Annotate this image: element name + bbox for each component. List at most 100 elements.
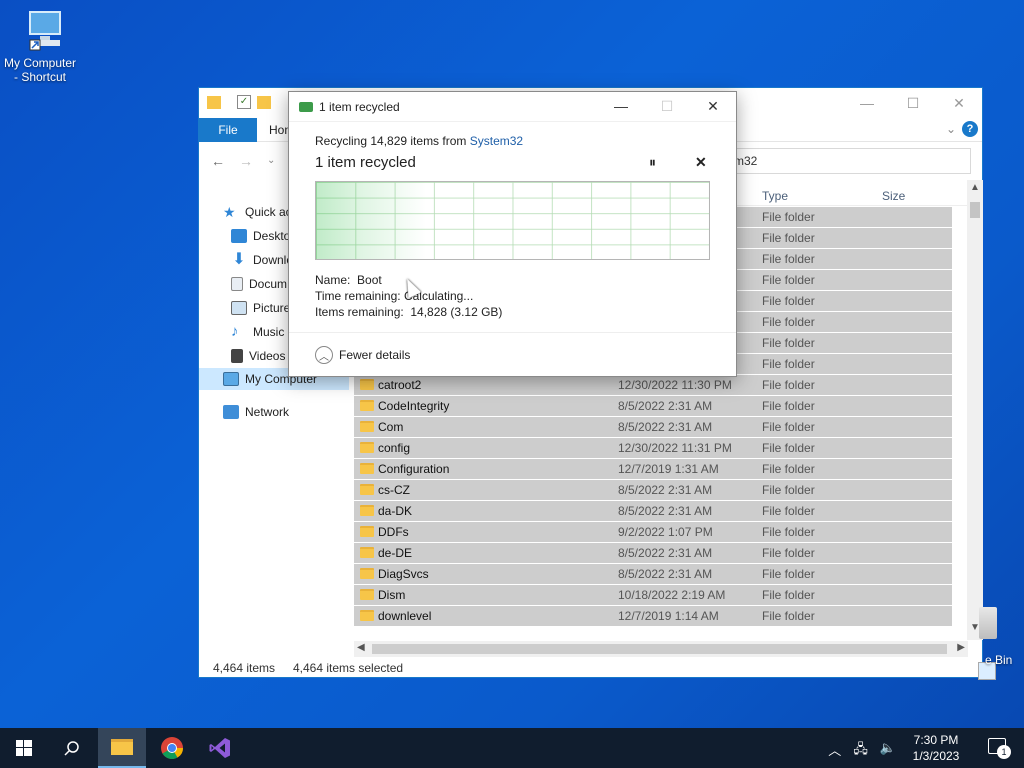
- video-icon: [231, 349, 243, 363]
- explorer-window-controls: — ☐ ✕: [844, 88, 982, 118]
- file-tab[interactable]: File: [199, 118, 257, 142]
- table-row[interactable]: config 12/30/2022 11:31 PM File folder: [354, 438, 952, 458]
- action-center-icon[interactable]: 1: [988, 738, 1011, 759]
- dialog-maximize-button: ☐: [660, 97, 674, 114]
- sidebar-item-pictures[interactable]: Picture: [231, 298, 290, 318]
- table-row[interactable]: Com 8/5/2022 2:31 AM File folder: [354, 417, 952, 437]
- forward-arrow-icon[interactable]: →: [239, 153, 253, 169]
- dialog-minimize-button[interactable]: —: [598, 92, 644, 120]
- table-row[interactable]: CodeIntegrity 8/5/2022 2:31 AM File folder: [354, 396, 952, 416]
- desktop-icon-label-line2: - Shortcut: [13, 70, 67, 84]
- network-status-icon[interactable]: 🖧: [853, 740, 868, 762]
- start-button[interactable]: [0, 728, 48, 768]
- table-row[interactable]: catroot2 12/30/2022 11:30 PM File folder: [354, 375, 952, 395]
- dialog-window-controls: — ☐ ✕: [598, 92, 736, 120]
- row-name: CodeIntegrity: [378, 399, 450, 413]
- row-type: File folder: [762, 357, 815, 371]
- clock[interactable]: 7:30 PM 1/3/2023: [906, 732, 966, 764]
- row-date-modified: 12/30/2022 11:31 PM: [618, 441, 732, 455]
- sidebar-item-music[interactable]: ♪ Music: [231, 322, 284, 342]
- dialog-close-button[interactable]: ✕: [690, 92, 736, 120]
- recent-locations-icon[interactable]: ⌄: [267, 155, 275, 169]
- folder-icon: [360, 547, 374, 558]
- horizontal-scroll-thumb[interactable]: [372, 644, 947, 654]
- address-bar[interactable]: m32: [729, 148, 971, 174]
- desktop-icon-my-computer-shortcut[interactable]: My Computer - Shortcut: [0, 10, 80, 84]
- row-type: File folder: [762, 210, 815, 224]
- table-row[interactable]: da-DK 8/5/2022 2:31 AM File folder: [354, 501, 952, 521]
- row-name: Configuration: [378, 462, 450, 476]
- maximize-button[interactable]: ☐: [890, 88, 936, 118]
- folder-icon: [360, 526, 374, 537]
- dialog-divider: [289, 332, 736, 333]
- taskbar-visual-studio[interactable]: [196, 728, 244, 768]
- source-folder-link[interactable]: System32: [470, 134, 523, 148]
- ribbon-expand-chevron-icon[interactable]: ⌄: [946, 122, 956, 136]
- sidebar-item-quick-access[interactable]: ★ Quick ac: [223, 202, 292, 222]
- table-row[interactable]: Configuration 12/7/2019 1:31 AM File folde…: [354, 459, 952, 479]
- table-row[interactable]: downlevel 12/7/2019 1:14 AM File folder: [354, 606, 952, 626]
- row-type: File folder: [762, 462, 815, 476]
- folder-icon: [360, 589, 374, 600]
- folder-icon: [360, 610, 374, 621]
- sidebar-item-network[interactable]: Network: [223, 402, 289, 422]
- folder-icon: [360, 379, 374, 390]
- row-type: File folder: [762, 588, 815, 602]
- table-row[interactable]: DDFs 9/2/2022 1:07 PM File folder: [354, 522, 952, 542]
- row-type: File folder: [762, 441, 815, 455]
- close-button[interactable]: ✕: [936, 88, 982, 118]
- fewer-details-toggle[interactable]: ︿ Fewer details: [315, 346, 410, 364]
- row-name: da-DK: [378, 504, 413, 518]
- tray-icons: ︿ 🖧 🔈: [828, 740, 896, 762]
- status-bar: 4,464 items 4,464 items selected: [199, 658, 996, 680]
- scroll-up-arrow-icon[interactable]: ▲: [970, 182, 980, 193]
- back-arrow-icon[interactable]: ←: [211, 153, 225, 169]
- pause-button[interactable]: ⏸: [649, 154, 656, 171]
- row-type: File folder: [762, 231, 815, 245]
- row-type: File folder: [762, 294, 815, 308]
- volume-icon[interactable]: 🔈: [880, 740, 896, 762]
- row-date-modified: 10/18/2022 2:19 AM: [618, 588, 726, 602]
- help-icon[interactable]: ?: [962, 121, 978, 137]
- scroll-right-arrow-icon[interactable]: ▶: [957, 642, 965, 653]
- sidebar-item-videos[interactable]: Videos: [231, 346, 285, 366]
- column-header-type[interactable]: Type: [762, 189, 788, 203]
- name-label: Name:: [315, 273, 351, 287]
- row-type: File folder: [762, 567, 815, 581]
- cancel-operation-button[interactable]: ✕: [695, 154, 707, 171]
- row-type: File folder: [762, 378, 815, 392]
- scroll-left-arrow-icon[interactable]: ◀: [357, 642, 365, 653]
- recycle-bin-label: e Bin: [985, 653, 1013, 667]
- chevron-up-icon[interactable]: ︿: [828, 740, 841, 762]
- table-row[interactable]: cs-CZ 8/5/2022 2:31 AM File folder: [354, 480, 952, 500]
- vertical-scrollbar[interactable]: ▲ ▼: [967, 180, 983, 640]
- desktop-icon-recycle-bin[interactable]: e Bin: [975, 607, 1024, 667]
- table-row[interactable]: DiagSvcs 8/5/2022 2:31 AM File folder: [354, 564, 952, 584]
- clock-time: 7:30 PM: [913, 733, 959, 747]
- row-type: File folder: [762, 420, 815, 434]
- table-row[interactable]: Dism 10/18/2022 2:19 AM File folder: [354, 585, 952, 605]
- properties-icon[interactable]: ✓: [237, 95, 251, 109]
- scroll-thumb[interactable]: [970, 202, 980, 218]
- sidebar-item-downloads[interactable]: ⬇ Downlo: [231, 250, 293, 270]
- sidebar-item-documents[interactable]: Docum: [231, 274, 287, 294]
- search-icon: [64, 741, 79, 756]
- table-row[interactable]: de-DE 8/5/2022 2:31 AM File folder: [354, 543, 952, 563]
- horizontal-scrollbar[interactable]: ◀ ▶: [354, 641, 968, 657]
- computer-icon: [223, 372, 239, 386]
- clock-date: 1/3/2023: [912, 749, 960, 763]
- row-type: File folder: [762, 483, 815, 497]
- row-date-modified: 8/5/2022 2:31 AM: [618, 483, 713, 497]
- search-button[interactable]: [48, 728, 96, 768]
- row-name: DiagSvcs: [378, 567, 429, 581]
- row-date-modified: 8/5/2022 2:31 AM: [618, 420, 713, 434]
- sidebar-item-label: Docum: [249, 277, 288, 291]
- chevron-up-icon: ︿: [315, 346, 333, 364]
- taskbar-chrome[interactable]: [148, 728, 196, 768]
- taskbar-file-explorer[interactable]: [98, 728, 146, 768]
- column-header-size[interactable]: Size: [882, 189, 905, 203]
- folder-icon: [360, 505, 374, 516]
- minimize-button[interactable]: —: [844, 88, 890, 118]
- new-folder-icon[interactable]: [257, 96, 271, 109]
- dialog-titlebar[interactable]: 1 item recycled — ☐ ✕: [289, 92, 736, 122]
